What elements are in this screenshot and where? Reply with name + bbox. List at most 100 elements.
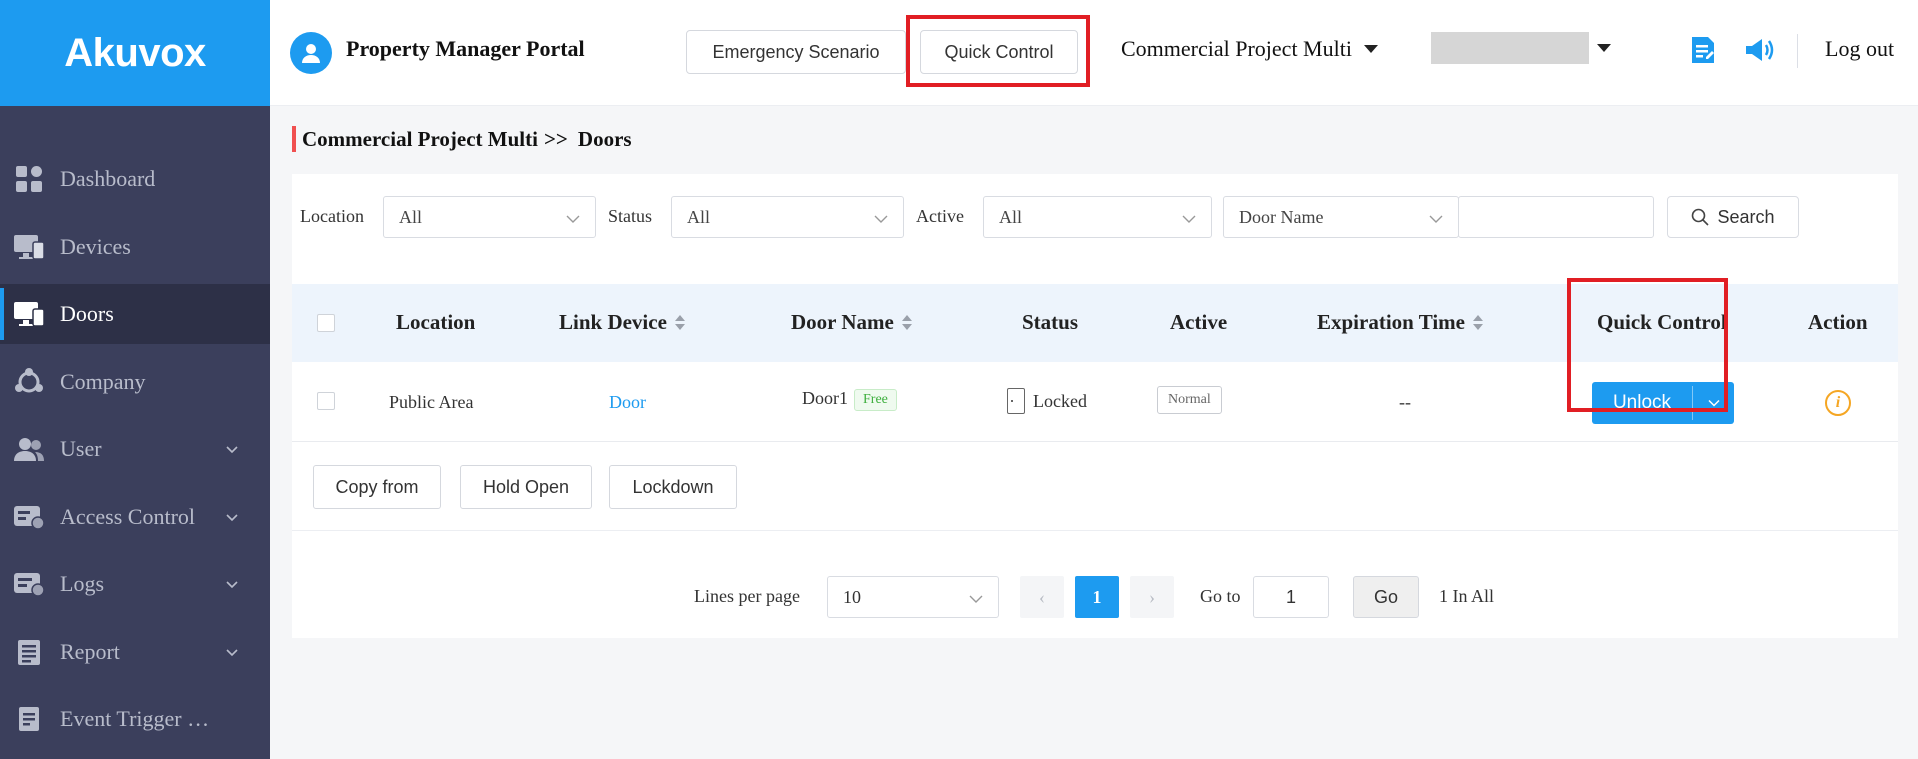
user-account-select[interactable]: [1431, 32, 1611, 64]
goto-page-input[interactable]: 1: [1253, 576, 1329, 618]
active-normal-tag: Normal: [1157, 386, 1222, 414]
column-header-label: Door Name: [791, 310, 894, 334]
dashboard-icon: [13, 164, 45, 194]
doors-icon: [13, 299, 45, 329]
quick-control-button[interactable]: Quick Control: [920, 30, 1078, 74]
location-filter-select[interactable]: All: [383, 196, 596, 238]
free-tag: Free: [854, 389, 897, 411]
logout-link[interactable]: Log out: [1825, 36, 1894, 62]
sidebar-item-doors[interactable]: Doors: [0, 284, 270, 344]
row-checkbox[interactable]: [317, 392, 335, 410]
announcement-icon[interactable]: [1743, 34, 1775, 66]
breadcrumb-separator: >>: [543, 126, 568, 151]
column-header-link-device[interactable]: Link Device: [559, 310, 685, 335]
chevron-down-icon: [1707, 399, 1720, 407]
access-control-icon: [13, 502, 45, 532]
search-button[interactable]: Search: [1667, 196, 1799, 238]
chevron-down-icon: [566, 215, 580, 223]
sidebar-item-user[interactable]: User: [0, 419, 270, 479]
column-header-expiration-time[interactable]: Expiration Time: [1317, 310, 1483, 335]
chevron-down-icon: [226, 649, 238, 657]
unlock-button[interactable]: Unlock: [1592, 382, 1692, 424]
search-icon: [1692, 208, 1710, 226]
sidebar-item-company[interactable]: Company: [0, 352, 270, 412]
sidebar-item-access-control[interactable]: Access Control: [0, 487, 270, 547]
location-filter-label: Location: [300, 206, 364, 226]
door-name-field-select[interactable]: Door Name: [1223, 196, 1459, 238]
next-page-button[interactable]: ›: [1130, 576, 1174, 618]
column-header-quick-control: Quick Control: [1597, 310, 1727, 334]
info-icon[interactable]: i: [1825, 390, 1851, 416]
cell-door-name: Door1 Free: [802, 388, 897, 411]
doors-table-card: Location Link Device Door Name Status Ac…: [292, 278, 1898, 638]
filter-bar: Location All Status All Active All Door …: [292, 174, 1898, 284]
door-name-search-input[interactable]: [1458, 196, 1654, 238]
chevron-down-icon: [226, 581, 238, 589]
document-icon[interactable]: [1687, 34, 1719, 66]
column-header-door-name[interactable]: Door Name: [791, 310, 912, 335]
top-header: Property Manager Portal Emergency Scenar…: [270, 0, 1918, 106]
sidebar-item-devices[interactable]: Devices: [0, 217, 270, 277]
page-1-button[interactable]: 1: [1075, 576, 1119, 618]
table-header: Location Link Device Door Name Status Ac…: [292, 284, 1898, 362]
sidebar-item-label: Event Trigger …: [60, 706, 210, 731]
go-button[interactable]: Go: [1353, 576, 1419, 618]
copy-from-button[interactable]: Copy from: [313, 465, 441, 509]
table-row: Public Area Door Door1 Free Locked Normal…: [292, 362, 1898, 442]
unlock-dropdown-button[interactable]: [1693, 382, 1734, 424]
sidebar-item-label: Doors: [60, 301, 114, 326]
sidebar-item-label: Report: [60, 639, 120, 664]
cell-link-device[interactable]: Door: [609, 392, 646, 413]
breadcrumb: Commercial Project Multi >> Doors: [292, 126, 632, 152]
chevron-down-icon: [226, 514, 238, 522]
sidebar-item-dashboard[interactable]: Dashboard: [0, 149, 270, 209]
logs-icon: [13, 569, 45, 599]
unlock-split-button: Unlock: [1592, 382, 1734, 424]
report-icon: [13, 637, 45, 667]
sort-icon: [674, 315, 685, 330]
column-header-label: Expiration Time: [1317, 310, 1465, 334]
column-header-status: Status: [1022, 310, 1079, 334]
sidebar-item-logs[interactable]: Logs: [0, 554, 270, 614]
sidebar-item-label: User: [60, 436, 102, 461]
status-filter-label: Status: [608, 206, 653, 226]
breadcrumb-parent[interactable]: Commercial Project Multi: [302, 127, 538, 152]
status-filter-select[interactable]: All: [671, 196, 904, 238]
sidebar-item-label: Access Control: [60, 504, 196, 529]
location-filter-value: All: [399, 206, 423, 227]
chevron-down-icon: [874, 215, 888, 223]
brand-logo: Akuvox: [64, 30, 206, 75]
portal-title: Property Manager Portal: [346, 36, 585, 61]
total-count: 1 In All: [1439, 586, 1495, 606]
event-trigger-icon: [13, 704, 45, 734]
column-header-label: Link Device: [559, 310, 667, 334]
chevron-down-icon: [226, 446, 238, 454]
sidebar-item-label: Company: [60, 369, 146, 394]
project-name: Commercial Project Multi: [1121, 36, 1352, 61]
active-filter-value: All: [999, 206, 1023, 227]
status-text: Locked: [1033, 391, 1087, 411]
lines-per-page-select[interactable]: 10: [827, 576, 999, 618]
sidebar-item-label: Dashboard: [60, 166, 156, 191]
door-name-field-value: Door Name: [1239, 206, 1324, 227]
lockdown-button[interactable]: Lockdown: [609, 465, 737, 509]
door-locked-icon: [1007, 388, 1025, 414]
select-all-checkbox[interactable]: [317, 314, 335, 332]
cell-status: Locked: [1007, 388, 1087, 414]
sidebar-item-report[interactable]: Report: [0, 622, 270, 682]
sidebar-item-event-trigger[interactable]: Event Trigger …: [0, 689, 270, 749]
sort-icon: [901, 315, 912, 330]
header-divider: [1797, 34, 1798, 68]
active-filter-select[interactable]: All: [983, 196, 1212, 238]
emergency-scenario-button[interactable]: Emergency Scenario: [686, 30, 906, 74]
hold-open-button[interactable]: Hold Open: [460, 465, 592, 509]
chevron-down-icon: [969, 595, 983, 603]
caret-down-icon: [1363, 45, 1378, 53]
logo-area: Akuvox: [0, 0, 270, 106]
prev-page-button[interactable]: ‹: [1020, 576, 1064, 618]
project-select[interactable]: Commercial Project Multi: [1121, 36, 1378, 62]
cell-expiration-time: --: [1399, 392, 1411, 412]
goto-label: Go to: [1200, 586, 1241, 606]
sidebar: Dashboard Devices Doors Company User Acc…: [0, 106, 270, 759]
chevron-down-icon: [1182, 215, 1196, 223]
